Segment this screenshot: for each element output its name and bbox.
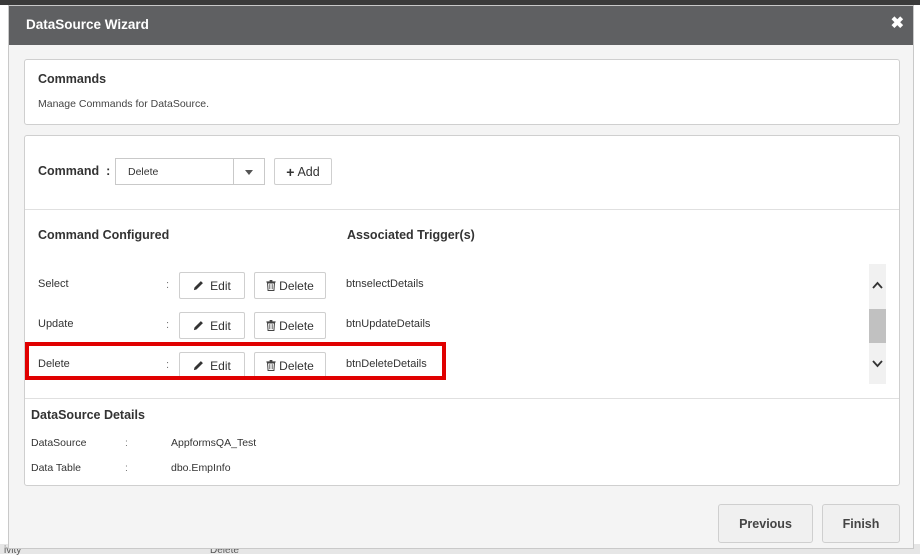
trash-icon — [266, 320, 276, 331]
datasource-label: DataSource — [31, 437, 87, 449]
command-select[interactable]: Delete — [115, 158, 265, 185]
delete-delete-button[interactable]: Delete — [254, 352, 326, 379]
trigger-name: btnDeleteDetails — [346, 358, 427, 370]
command-select-toggle[interactable] — [233, 159, 264, 184]
command-row-name: Update — [38, 318, 74, 330]
command-config-panel: Command : Delete + Add Command Configure… — [24, 135, 900, 486]
caret-down-icon — [245, 170, 253, 175]
chevron-down-icon[interactable] — [872, 356, 883, 368]
column-header-configured: Command Configured — [38, 228, 170, 242]
previous-button[interactable]: Previous — [718, 504, 813, 543]
command-row-name: Select — [38, 278, 69, 290]
command-row-name: Delete — [38, 358, 70, 370]
row-colon: : — [166, 279, 170, 291]
trigger-name: btnselectDetails — [346, 278, 424, 290]
divider — [25, 398, 899, 399]
add-command-button[interactable]: + Add — [274, 158, 332, 185]
trigger-name: btnUpdateDetails — [346, 318, 431, 330]
scrollbar-thumb[interactable] — [869, 309, 886, 343]
trash-icon — [266, 280, 276, 291]
plus-icon: + — [286, 163, 295, 180]
command-select-value: Delete — [128, 166, 159, 178]
column-header-triggers: Associated Trigger(s) — [347, 228, 475, 242]
close-icon[interactable]: ✖ — [891, 15, 904, 33]
detail-colon: : — [125, 437, 128, 449]
data-table-value: dbo.EmpInfo — [171, 462, 231, 474]
add-button-label: Add — [297, 164, 320, 179]
commands-description: Manage Commands for DataSource. — [38, 98, 209, 110]
pencil-icon — [193, 320, 204, 331]
finish-button[interactable]: Finish — [822, 504, 900, 543]
edit-update-button[interactable]: Edit — [179, 312, 245, 339]
delete-select-button[interactable]: Delete — [254, 272, 326, 299]
delete-update-button[interactable]: Delete — [254, 312, 326, 339]
pencil-icon — [193, 360, 204, 371]
commands-heading: Commands — [38, 72, 107, 86]
row-colon: : — [166, 359, 170, 371]
trash-icon — [266, 360, 276, 371]
chevron-up-icon[interactable] — [872, 279, 883, 291]
dialog-header: DataSource Wizard ✖ — [9, 6, 913, 45]
datasource-value: AppformsQA_Test — [171, 437, 257, 449]
commands-scrollbar[interactable] — [869, 264, 886, 384]
commands-panel: Commands Manage Commands for DataSource. — [24, 59, 900, 125]
data-table-label: Data Table — [31, 462, 82, 474]
datasource-wizard-dialog: DataSource Wizard ✖ Commands Manage Comm… — [8, 5, 914, 549]
dialog-title: DataSource Wizard — [26, 17, 149, 32]
command-label: Command : — [38, 164, 111, 178]
detail-colon: : — [125, 462, 128, 474]
datasource-details-heading: DataSource Details — [31, 408, 145, 422]
pencil-icon — [193, 280, 204, 291]
row-colon: : — [166, 319, 170, 331]
edit-delete-button[interactable]: Edit — [179, 352, 245, 379]
edit-select-button[interactable]: Edit — [179, 272, 245, 299]
divider — [25, 209, 899, 210]
